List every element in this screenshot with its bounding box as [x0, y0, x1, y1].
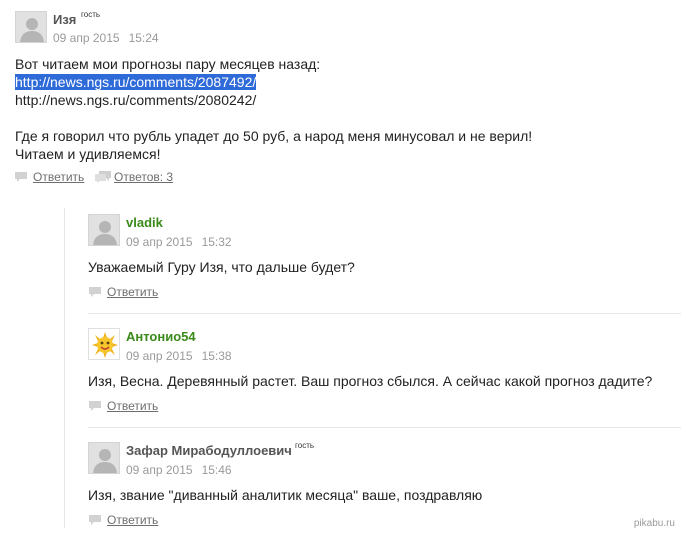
- author-name[interactable]: Антонио54: [126, 329, 196, 344]
- reply-icon: [15, 172, 27, 182]
- replies-icon: [95, 171, 111, 183]
- guest-tag: гость: [295, 441, 315, 450]
- avatar-default[interactable]: [88, 214, 120, 246]
- author-name[interactable]: Изя: [53, 12, 76, 27]
- avatar-default[interactable]: [88, 442, 120, 474]
- replies-count-link[interactable]: Ответов: 3: [114, 170, 173, 184]
- reply-button[interactable]: Ответить: [107, 513, 158, 527]
- comment-line: Где я говорил что рубль упадет до 50 руб…: [15, 128, 533, 144]
- reply-button[interactable]: Ответить: [107, 285, 158, 299]
- comment-time: 15:32: [201, 235, 232, 249]
- user-silhouette-icon: [16, 12, 46, 42]
- reply-icon: [89, 287, 101, 297]
- comment-time: 15:46: [201, 463, 232, 477]
- reply-button[interactable]: Ответить: [107, 399, 158, 413]
- main-comment: Изя гость 09 апр 2015 15:24 Вот читаем мо…: [0, 0, 681, 190]
- comment-text: Уважаемый Гуру Изя, что дальше будет?: [88, 259, 355, 275]
- comment-link[interactable]: http://news.ngs.ru/comments/2080242/: [15, 91, 256, 109]
- comment-meta: 09 апр 2015 15:46: [126, 463, 232, 477]
- reply-icon: [89, 401, 101, 411]
- author-name[interactable]: vladik: [126, 215, 163, 230]
- user-silhouette-icon: [89, 215, 119, 245]
- comment-date: 09 апр 2015: [126, 349, 193, 363]
- comment-line: Вот читаем мои прогнозы пару месяцев наз…: [15, 56, 321, 72]
- comment-time: 15:24: [128, 31, 159, 45]
- user-silhouette-icon: [89, 443, 119, 473]
- comment-date: 09 апр 2015: [53, 31, 120, 45]
- comment-time: 15:38: [201, 349, 232, 363]
- author-name[interactable]: Зафар Мирабодуллоевич: [126, 443, 292, 458]
- comment-text: Изя, Весна. Деревянный растет. Ваш прогн…: [88, 373, 653, 389]
- comment-date: 09 апр 2015: [126, 463, 193, 477]
- reply-icon: [89, 515, 101, 525]
- sun-face-icon: [89, 329, 119, 359]
- comment-date: 09 апр 2015: [126, 235, 193, 249]
- reply-button[interactable]: Ответить: [33, 170, 84, 184]
- avatar-default[interactable]: [15, 11, 47, 43]
- comment-meta: 09 апр 2015 15:38: [126, 349, 232, 363]
- comment-link-row: http://news.ngs.ru/comments/2087492/: [15, 73, 257, 91]
- comment-text: Изя, звание "диванный аналитик месяца" в…: [88, 487, 483, 503]
- comment-meta: 09 апр 2015 15:24: [53, 31, 159, 45]
- guest-tag: гость: [81, 10, 101, 19]
- comment-line: Читаем и удивляемся!: [15, 146, 161, 162]
- watermark: pikabu.ru: [633, 518, 675, 529]
- divider: [88, 427, 681, 428]
- comment-meta: 09 апр 2015 15:32: [126, 235, 232, 249]
- comment-link-selected[interactable]: http://news.ngs.ru/comments/2087492/: [15, 74, 257, 90]
- thread-line: [64, 208, 65, 528]
- divider: [88, 313, 681, 314]
- avatar-sun[interactable]: [88, 328, 120, 360]
